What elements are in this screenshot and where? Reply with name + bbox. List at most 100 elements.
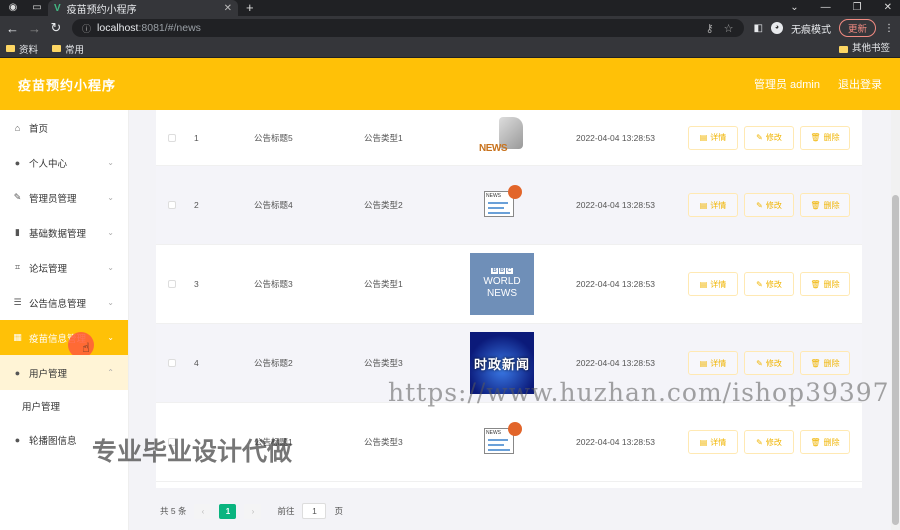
incognito-icon[interactable]: ◕ — [770, 22, 783, 34]
news-icon-image: NEWS — [480, 185, 524, 225]
url-path: :8081/#/news — [138, 22, 201, 34]
other-bookmarks[interactable]: 其他书签 — [838, 40, 890, 58]
url-input[interactable]: ⓘ localhost:8081/#/news ⚷ ☆ — [72, 19, 744, 37]
restore-icon[interactable]: ❐ — [853, 0, 862, 16]
minimize-icon[interactable]: — — [821, 0, 831, 16]
row-time: 2022-04-04 13:28:53 — [576, 279, 655, 289]
back-icon[interactable]: ← — [6, 21, 19, 36]
folder-icon — [6, 45, 15, 52]
row-type: 公告类型2 — [364, 200, 403, 210]
row-type: 公告类型1 — [364, 279, 403, 289]
user-icon: ● — [14, 367, 21, 378]
hand-cursor-icon: ☝ — [82, 340, 90, 355]
edit-button[interactable]: ✎ 修改 — [744, 272, 794, 296]
document-icon: ▤ — [699, 437, 708, 447]
row-checkbox[interactable] — [168, 359, 176, 367]
tab-strip-icon[interactable]: ▭ — [30, 1, 44, 15]
row-title: 公告标题2 — [254, 358, 293, 368]
delete-button[interactable]: 🗑 删除 — [800, 125, 850, 150]
next-page-button[interactable]: › — [244, 503, 262, 519]
row-checkbox[interactable] — [168, 133, 176, 142]
reload-icon[interactable]: ↻ — [50, 20, 62, 36]
page-suffix: 页 — [334, 506, 343, 516]
bookmark-item[interactable]: 资料 — [6, 42, 38, 56]
edit-button[interactable]: ✎ 修改 — [744, 193, 794, 217]
pencil-icon: ✎ — [756, 133, 763, 142]
chevron-down-icon[interactable]: ⌄ — [790, 0, 798, 16]
detail-button[interactable]: ▤ 详情 — [688, 125, 738, 150]
address-bar: ← → ↻ ⓘ localhost:8081/#/news ⚷ ☆ ◧ ◕ 无痕… — [0, 16, 900, 40]
bookmarks-bar: 资料 常用 其他书签 — [0, 40, 900, 58]
browser-menu-icon[interactable]: ◉ — [6, 1, 20, 15]
delete-button[interactable]: 🗑 删除 — [800, 430, 850, 454]
watermark-text: 专业毕业设计代做 — [92, 438, 293, 466]
forward-icon[interactable]: → — [28, 21, 41, 36]
page-1-button[interactable]: 1 — [219, 503, 237, 519]
goto-page-input[interactable]: 1 — [302, 503, 327, 519]
browser-tabbar: ◉ ▭ V 疫苗预约小程序 ✕ + ⌄ — ❐ ✕ — [0, 0, 900, 16]
sidebar-item[interactable]: ✎ 管理员管理 ⌄ — [0, 180, 128, 215]
row-time: 2022-04-04 13:28:53 — [576, 132, 655, 143]
page-scrollbar[interactable] — [891, 110, 900, 530]
sidebar-item-label: 个人中心 — [29, 158, 68, 170]
detail-button[interactable]: ▤ 详情 — [688, 351, 738, 375]
edit-button[interactable]: ✎ 修改 — [744, 351, 794, 375]
close-window-icon[interactable]: ✕ — [884, 0, 892, 16]
delete-button[interactable]: 🗑 删除 — [800, 351, 850, 375]
bbc-world-news-image: B B C WORLD NEWS — [470, 253, 534, 315]
row-type: 公告类型3 — [364, 358, 403, 368]
sidebar-item[interactable]: ⌗ 论坛管理 ⌄ — [0, 250, 128, 285]
delete-button[interactable]: 🗑 删除 — [800, 193, 850, 217]
row-checkbox[interactable] — [168, 201, 176, 209]
sidebar-item[interactable]: ⌂ 首页 — [0, 110, 128, 145]
detail-button[interactable]: ▤ 详情 — [688, 430, 738, 454]
document-icon: ▤ — [699, 279, 708, 289]
user-label: 管理员 admin — [753, 79, 820, 91]
sidebar-item[interactable]: ▦ 疫苗信息管理 ⌄ ☝ — [0, 320, 128, 358]
row-type: 公告类型3 — [364, 437, 403, 447]
scrollbar-thumb[interactable] — [892, 195, 899, 525]
sidebar-item-label: 管理员管理 — [29, 193, 77, 205]
bar-chart-icon: ▮ — [15, 227, 20, 237]
document-icon: ▤ — [699, 358, 708, 368]
update-button[interactable]: 更新 — [838, 19, 876, 37]
edit-button[interactable]: ✎ 修改 — [744, 430, 794, 454]
folder-icon — [838, 45, 848, 53]
trash-icon: 🗑 — [810, 437, 821, 447]
pencil-icon: ✎ — [756, 358, 763, 368]
sidebar-item[interactable]: ● 用户管理 ⌃ — [0, 355, 128, 390]
close-icon[interactable]: ✕ — [224, 3, 232, 14]
pencil-icon: ✎ — [756, 437, 763, 447]
trash-icon: 🗑 — [810, 358, 821, 368]
submenu-item[interactable]: 用户管理 — [0, 390, 128, 422]
logout-button[interactable]: 退出登录 — [838, 76, 882, 92]
user-icon: ● — [14, 157, 21, 168]
new-tab-icon[interactable]: + — [246, 0, 254, 16]
bookmark-item[interactable]: 常用 — [52, 42, 84, 56]
sidebar-item[interactable]: ● 个人中心 ⌄ — [0, 145, 128, 180]
key-icon[interactable]: ⚷ — [706, 22, 714, 35]
browser-tab[interactable]: V 疫苗预约小程序 ✕ — [48, 0, 238, 16]
row-checkbox[interactable] — [168, 280, 176, 288]
sidebar-item-label: 用户管理 — [29, 368, 68, 380]
prev-page-button[interactable]: ‹ — [194, 503, 212, 519]
table-row: 2 公告标题4 公告类型2 NEWS 2022-04-04 13:28:53 ▤ 详情 ✎ 修改… — [156, 166, 862, 245]
row-type: 公告类型1 — [364, 132, 403, 143]
row-title: 公告标题4 — [254, 200, 293, 210]
sidebar-item-label: 轮播图信息 — [29, 435, 77, 447]
sidebar-item[interactable]: ▮ 基础数据管理 ⌄ — [0, 215, 128, 250]
sidebar-item[interactable]: ☰ 公告信息管理 ⌄ — [0, 285, 128, 320]
info-icon[interactable]: ⓘ — [82, 22, 91, 35]
kebab-menu-icon[interactable]: ⋮ — [884, 23, 894, 34]
row-image-cell: NEWS — [470, 411, 534, 473]
url-host: localhost — [97, 22, 139, 34]
edit-button[interactable]: ✎ 修改 — [744, 125, 794, 150]
star-icon[interactable]: ☆ — [724, 22, 734, 35]
pagination: 共 5 条 ‹ 1 › 前往 1 页 — [160, 503, 343, 519]
sidepanel-icon[interactable]: ◧ — [754, 23, 763, 34]
table-row: 3 公告标题3 公告类型1 B B C WORLD NEWS 2022-04-04 13:28:… — [156, 245, 862, 324]
row-image-cell: NEWS — [470, 107, 534, 169]
detail-button[interactable]: ▤ 详情 — [688, 272, 738, 296]
detail-button[interactable]: ▤ 详情 — [688, 193, 738, 217]
delete-button[interactable]: 🗑 删除 — [800, 272, 850, 296]
